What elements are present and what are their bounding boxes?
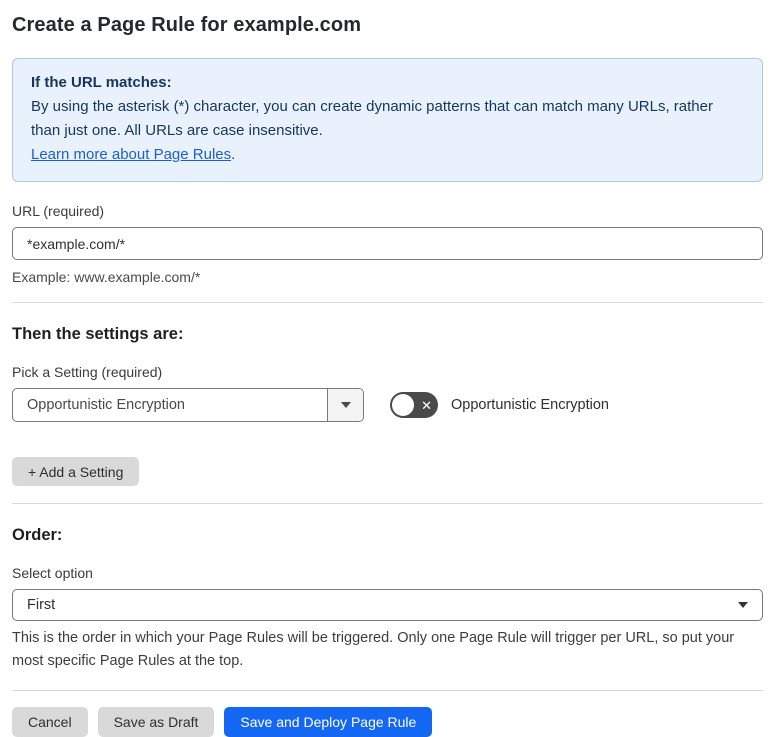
info-box-body: By using the asterisk (*) character, you…: [31, 98, 713, 139]
url-label: URL (required): [12, 203, 105, 219]
add-setting-button[interactable]: + Add a Setting: [12, 457, 140, 486]
toggle-knob: [392, 394, 414, 416]
footer-actions: Cancel Save as Draft Save and Deploy Pag…: [12, 707, 763, 737]
settings-heading: Then the settings are:: [12, 325, 184, 343]
divider: [12, 302, 763, 303]
setting-row: Opportunistic Encryption ✕ Opportunistic…: [12, 388, 763, 422]
save-deploy-button[interactable]: Save and Deploy Page Rule: [224, 707, 433, 737]
create-page-rule-panel: Create a Page Rule for example.com If th…: [0, 0, 775, 737]
order-help-text: This is the order in which your Page Rul…: [12, 630, 735, 669]
setting-picker-value: Opportunistic Encryption: [27, 397, 185, 413]
setting-picker-dropdown[interactable]: Opportunistic Encryption: [12, 388, 364, 422]
order-select[interactable]: First: [12, 589, 763, 621]
learn-more-link[interactable]: Learn more about Page Rules: [31, 146, 231, 163]
chevron-down-icon[interactable]: [327, 389, 363, 421]
toggle-label: Opportunistic Encryption: [451, 397, 609, 413]
toggle-x-icon: ✕: [421, 397, 432, 413]
divider: [12, 503, 763, 504]
divider: [12, 690, 763, 691]
url-input[interactable]: [12, 227, 763, 260]
chevron-down-icon: [738, 602, 748, 608]
order-select-value: First: [27, 597, 56, 613]
info-box-heading: If the URL matches:: [31, 74, 172, 91]
url-example-text: Example: www.example.com/*: [12, 269, 201, 285]
cancel-button[interactable]: Cancel: [12, 707, 88, 737]
order-heading: Order:: [12, 526, 63, 544]
page-title: Create a Page Rule for example.com: [12, 14, 362, 36]
setting-picker-label: Pick a Setting (required): [12, 364, 163, 380]
save-draft-button[interactable]: Save as Draft: [97, 707, 215, 737]
encryption-toggle[interactable]: ✕: [390, 392, 438, 418]
info-box-link-line: Learn more about Page Rules.: [31, 143, 744, 167]
link-suffix: .: [231, 146, 236, 163]
order-select-label: Select option: [12, 565, 93, 581]
url-matches-info-box: If the URL matches: By using the asteris…: [12, 58, 763, 182]
